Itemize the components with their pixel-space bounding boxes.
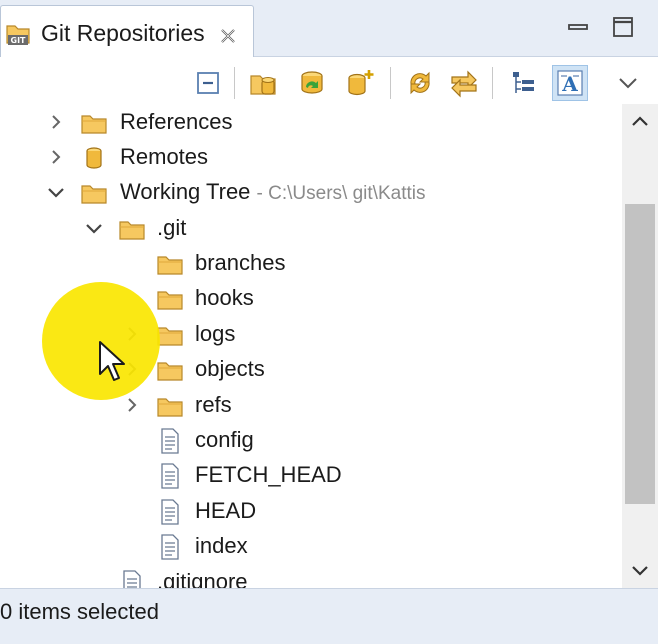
collapse-all-button[interactable]: [190, 65, 226, 101]
folder-icon: [157, 291, 183, 310]
folder-icon: [119, 221, 145, 240]
file-icon: [161, 428, 179, 454]
hierarchical-branch-layout-icon: [513, 72, 534, 93]
tab-title: Git Repositories: [41, 20, 205, 46]
tree-item-fetch-head[interactable]: FETCH_HEAD: [0, 458, 622, 493]
view-menu-icon: [619, 78, 637, 89]
folder-icon: [81, 185, 107, 204]
tree-item-head[interactable]: HEAD: [0, 494, 622, 529]
folder-icon: [81, 115, 107, 134]
chevron-right-icon[interactable]: [122, 395, 142, 415]
chevron-right-icon[interactable]: [46, 112, 66, 132]
folder-icon: [157, 256, 183, 275]
chevron-right-icon[interactable]: [46, 147, 66, 167]
chevron-up-icon: [632, 116, 648, 126]
tree-item-git[interactable]: .git: [0, 211, 622, 246]
add-existing-repository-icon: [250, 75, 276, 95]
view-toolbar: A: [0, 57, 658, 107]
folder-icon: [157, 327, 183, 346]
tree-item-label: FETCH_HEAD: [195, 462, 342, 487]
tab-git-repositories[interactable]: GIT Git Repositories: [0, 5, 254, 57]
create-repository-icon: [348, 70, 374, 96]
file-icon: [161, 499, 179, 525]
view-tab-strip: GIT Git Repositories: [0, 0, 658, 57]
chevron-down-icon: [632, 566, 648, 576]
vertical-scrollbar[interactable]: [622, 104, 658, 588]
tree-item-label: branches: [195, 250, 286, 275]
tree-item-label: .git: [157, 215, 187, 240]
tree-item-label: index: [195, 533, 248, 558]
tree-item-config[interactable]: config: [0, 423, 622, 458]
close-icon[interactable]: [218, 26, 238, 46]
chevron-down-icon[interactable]: [46, 182, 66, 202]
git-repositories-icon: GIT: [6, 25, 30, 45]
file-icon: [123, 570, 141, 588]
add-existing-repository-button[interactable]: [246, 65, 282, 101]
file-icon: [161, 463, 179, 489]
view-menu-button[interactable]: [610, 65, 646, 101]
tree-item-label: References: [120, 109, 233, 134]
tree-item-label: hooks: [195, 285, 254, 310]
clone-repository-button[interactable]: [294, 65, 330, 101]
tree-item-label: .gitignore: [157, 569, 248, 588]
tree-item-label: refs: [195, 392, 232, 417]
show-label-icon: A: [557, 70, 583, 96]
tree-item-index[interactable]: index: [0, 529, 622, 564]
link-with-selection-icon: [451, 70, 477, 98]
refresh-button[interactable]: [402, 65, 438, 101]
maximize-icon[interactable]: [610, 14, 636, 40]
toolbar-separator: [390, 67, 391, 99]
status-bar: 0 items selected: [0, 588, 658, 644]
remote-icon: [86, 147, 102, 169]
tree-item-label: Working Tree - C:\Users\ git\Kattis: [120, 179, 426, 204]
collapse-all-icon: [197, 72, 219, 94]
clone-repository-icon: [301, 71, 323, 94]
tree-item-label: HEAD: [195, 498, 257, 523]
folder-icon: [157, 398, 183, 417]
tree-item-label: config: [195, 427, 254, 452]
create-repository-button[interactable]: [342, 65, 378, 101]
refresh-icon: [410, 71, 430, 95]
tree-item-branches[interactable]: branches: [0, 246, 622, 281]
toolbar-separator: [492, 67, 493, 99]
git-repositories-view: GIT Git Repositories A References Remote…: [0, 0, 658, 644]
minimize-icon[interactable]: [565, 14, 591, 40]
tree-item-label: logs: [195, 321, 236, 346]
scroll-up-button[interactable]: [622, 104, 658, 140]
toolbar-separator: [234, 67, 235, 99]
tree-item-label: Remotes: [120, 144, 209, 169]
working-tree-path: C:\Users\ git\Kattis: [268, 183, 426, 204]
tree-item-gitignore[interactable]: .gitignore: [0, 565, 622, 588]
tree-item-remotes[interactable]: Remotes: [0, 140, 622, 175]
link-with-selection-button[interactable]: [446, 65, 482, 101]
scrollbar-thumb[interactable]: [625, 204, 655, 504]
folder-icon: [157, 362, 183, 381]
chevron-down-icon[interactable]: [84, 218, 104, 238]
mouse-pointer-icon: [99, 341, 125, 381]
file-icon: [161, 534, 179, 560]
hierarchical-branch-layout-button[interactable]: [506, 65, 542, 101]
scroll-down-button[interactable]: [622, 552, 658, 588]
tree-item-label: objects: [195, 356, 265, 381]
tree-item-references[interactable]: References: [0, 105, 622, 140]
show-label-button[interactable]: A: [552, 65, 588, 101]
tree-item-working-tree[interactable]: Working Tree - C:\Users\ git\Kattis: [0, 175, 622, 210]
status-text: 0 items selected: [0, 599, 159, 624]
svg-text:GIT: GIT: [11, 36, 27, 45]
